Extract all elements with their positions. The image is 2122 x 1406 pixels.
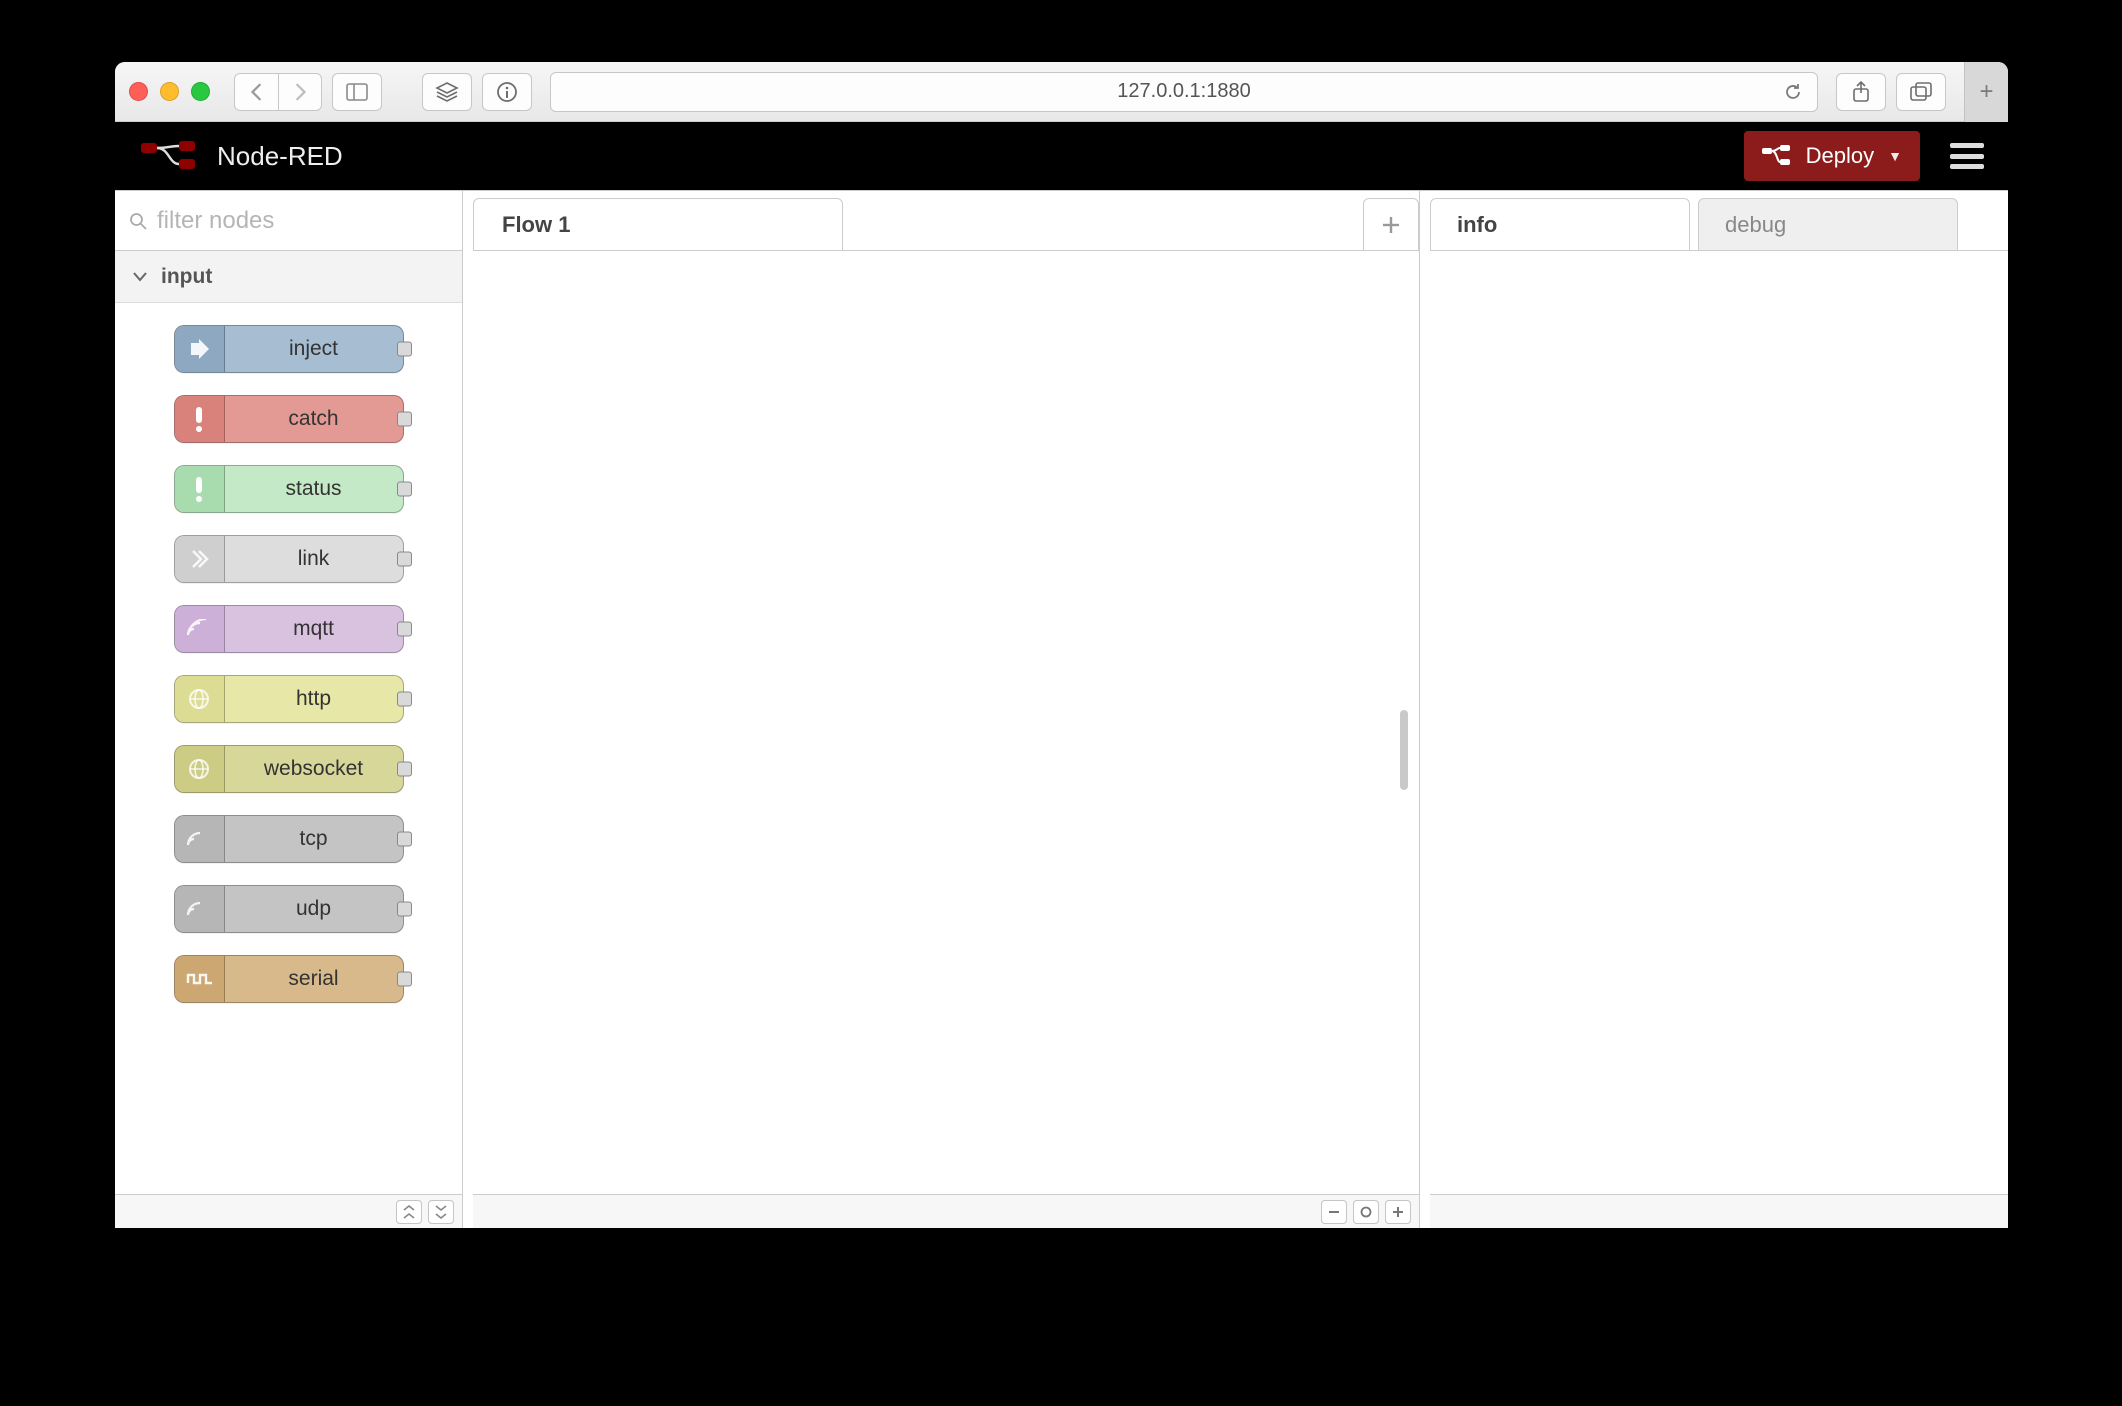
palette-filter (115, 191, 462, 251)
palette-node-http[interactable]: http (174, 675, 404, 723)
node-label: tcp (225, 827, 403, 851)
deploy-icon (1762, 145, 1792, 167)
flow-canvas[interactable] (473, 251, 1419, 1194)
deploy-label: Deploy (1806, 143, 1874, 169)
reload-icon[interactable] (1783, 82, 1803, 102)
expand-all-button[interactable] (428, 1200, 454, 1224)
node-port (397, 972, 412, 987)
forward-button[interactable] (278, 73, 322, 111)
node-label: link (225, 547, 403, 571)
address-bar[interactable]: 127.0.0.1:1880 (550, 72, 1818, 112)
zoom-in-button[interactable] (1385, 1200, 1411, 1224)
new-tab-button[interactable]: + (1964, 62, 2008, 122)
back-button[interactable] (234, 73, 278, 111)
node-label: inject (225, 337, 403, 361)
node-port (397, 622, 412, 637)
category-label: input (161, 265, 212, 289)
node-label: websocket (225, 757, 403, 781)
alert-icon (175, 396, 225, 442)
filter-input[interactable] (157, 207, 467, 235)
palette-node-mqtt[interactable]: mqtt (174, 605, 404, 653)
add-flow-button[interactable] (1363, 198, 1419, 250)
alert-icon (175, 466, 225, 512)
palette-node-tcp[interactable]: tcp (174, 815, 404, 863)
fullscreen-window-button[interactable] (191, 82, 210, 101)
flow-tab[interactable]: Flow 1 (473, 198, 843, 250)
node-port (397, 762, 412, 777)
menu-button[interactable] (1950, 143, 1984, 169)
info-icon-button[interactable] (482, 73, 532, 111)
bridge-icon (175, 886, 225, 932)
inject-icon (175, 326, 225, 372)
node-label: mqtt (225, 617, 403, 641)
tab-label: info (1457, 212, 1497, 238)
palette-node-status[interactable]: status (174, 465, 404, 513)
flow-tab-label: Flow 1 (502, 212, 570, 238)
palette-node-websocket[interactable]: websocket (174, 745, 404, 793)
node-label: udp (225, 897, 403, 921)
node-port (397, 692, 412, 707)
scrollbar[interactable] (1400, 710, 1408, 790)
share-button[interactable] (1836, 73, 1886, 111)
bridge-icon (175, 606, 225, 652)
palette-node-udp[interactable]: udp (174, 885, 404, 933)
palette: input inject catch (115, 191, 463, 1228)
sidebar: info debug (1430, 191, 2008, 1228)
sidebar-tabs: info debug (1430, 191, 2008, 251)
link-icon (175, 536, 225, 582)
serial-icon (175, 956, 225, 1002)
sidebar-content (1430, 251, 2008, 1194)
browser-toolbar: 127.0.0.1:1880 + (115, 62, 2008, 122)
node-port (397, 342, 412, 357)
window-controls (129, 82, 210, 101)
chevron-down-icon: ▼ (1888, 148, 1902, 164)
sidebar-tab-info[interactable]: info (1430, 198, 1690, 250)
node-label: http (225, 687, 403, 711)
sidebar-toggle-button[interactable] (332, 73, 382, 111)
close-window-button[interactable] (129, 82, 148, 101)
search-icon (129, 212, 147, 230)
address-text: 127.0.0.1:1880 (1117, 80, 1250, 103)
stack-icon[interactable] (422, 73, 472, 111)
globe-icon (175, 676, 225, 722)
node-list: inject catch status (115, 303, 462, 1194)
node-label: status (225, 477, 403, 501)
zoom-out-button[interactable] (1321, 1200, 1347, 1224)
tab-label: debug (1725, 212, 1786, 238)
flow-tabs: Flow 1 (473, 191, 1419, 251)
workspace-footer (473, 1194, 1419, 1228)
node-red-logo-icon (139, 139, 199, 173)
sidebar-tab-debug[interactable]: debug (1698, 198, 1958, 250)
node-label: serial (225, 967, 403, 991)
node-port (397, 412, 412, 427)
browser-window: 127.0.0.1:1880 + (115, 62, 2008, 1228)
app-title: Node-RED (217, 141, 343, 172)
palette-footer (115, 1194, 462, 1228)
palette-node-catch[interactable]: catch (174, 395, 404, 443)
deploy-button[interactable]: Deploy ▼ (1744, 131, 1920, 181)
node-port (397, 552, 412, 567)
workspace: Flow 1 (473, 191, 1420, 1228)
brand: Node-RED (139, 139, 343, 173)
tabs-button[interactable] (1896, 73, 1946, 111)
palette-node-link[interactable]: link (174, 535, 404, 583)
app-header: Node-RED Deploy ▼ (115, 122, 2008, 190)
chevron-down-icon (133, 272, 147, 282)
globe-icon (175, 746, 225, 792)
category-header-input[interactable]: input (115, 251, 462, 303)
node-label: catch (225, 407, 403, 431)
zoom-reset-button[interactable] (1353, 1200, 1379, 1224)
sidebar-footer (1430, 1194, 2008, 1228)
bridge-icon (175, 816, 225, 862)
minimize-window-button[interactable] (160, 82, 179, 101)
node-port (397, 832, 412, 847)
collapse-all-button[interactable] (396, 1200, 422, 1224)
node-port (397, 902, 412, 917)
app-body: input inject catch (115, 190, 2008, 1228)
node-port (397, 482, 412, 497)
palette-node-inject[interactable]: inject (174, 325, 404, 373)
palette-node-serial[interactable]: serial (174, 955, 404, 1003)
